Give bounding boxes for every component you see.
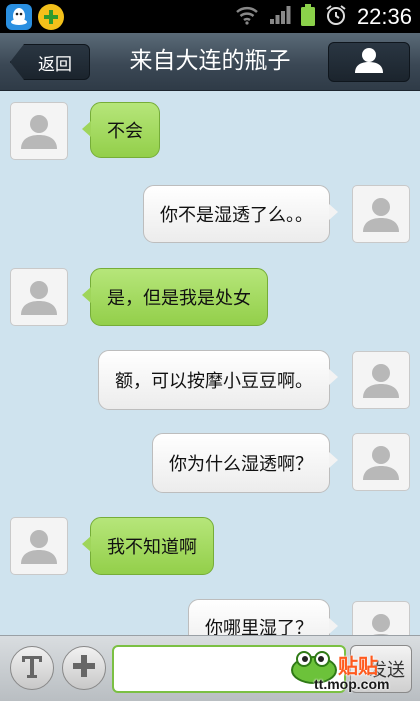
send-button[interactable]: 发送 — [350, 645, 412, 693]
message-input[interactable] — [112, 645, 346, 693]
incoming-message-bubble[interactable]: 我不知道啊 — [82, 517, 214, 575]
message-text: 你不是湿透了么。。 — [160, 205, 313, 226]
contact-avatar[interactable] — [10, 268, 68, 326]
outgoing-message-bubble[interactable]: 你哪里湿了？ — [188, 599, 338, 635]
page-title: 来自大连的瓶子 — [129, 48, 291, 74]
incoming-message-bubble[interactable]: 不会 — [82, 102, 160, 158]
guard-icon — [38, 3, 64, 30]
message-text: 我不知道啊 — [107, 537, 197, 558]
my-avatar[interactable] — [352, 601, 410, 635]
alarm-icon — [325, 4, 347, 30]
input-bar: 发送 — [0, 635, 420, 701]
plus-icon — [71, 653, 97, 683]
message-text: 你哪里湿了？ — [205, 618, 313, 635]
back-button[interactable]: 返回 — [10, 44, 90, 80]
outgoing-message-bubble[interactable]: 你不是湿透了么。。 — [143, 185, 338, 243]
incoming-message-bubble[interactable]: 是，但是我是处女 — [82, 268, 268, 326]
chat-header: 返回 来自大连的瓶子 — [0, 33, 420, 91]
signal-icon — [269, 5, 291, 29]
wifi-icon — [235, 5, 259, 29]
my-avatar[interactable] — [352, 351, 410, 409]
add-attachment-button[interactable] — [62, 646, 106, 690]
clock-time: 22:36 — [356, 3, 412, 29]
contact-avatar[interactable] — [10, 102, 68, 160]
qq-icon — [6, 3, 32, 30]
text-mode-icon — [19, 653, 45, 683]
contact-avatar[interactable] — [10, 517, 68, 575]
person-icon — [354, 47, 384, 77]
status-bar: 22:36 — [0, 0, 420, 33]
message-text: 你为什么湿透啊？ — [169, 454, 313, 475]
text-mode-button[interactable] — [10, 646, 54, 690]
message-text: 是，但是我是处女 — [107, 288, 251, 309]
message-list[interactable]: 不会 你不是湿透了么。。 是，但是我是处女 额，可以按摩小豆豆啊。 你为什么湿透… — [0, 91, 420, 635]
outgoing-message-bubble[interactable]: 额，可以按摩小豆豆啊。 — [98, 350, 338, 410]
message-text: 额，可以按摩小豆豆啊。 — [115, 371, 313, 392]
outgoing-message-bubble[interactable]: 你为什么湿透啊？ — [152, 433, 338, 493]
my-avatar[interactable] — [352, 185, 410, 243]
profile-button[interactable] — [328, 42, 410, 82]
message-text: 不会 — [107, 121, 143, 142]
my-avatar[interactable] — [352, 433, 410, 491]
battery-icon — [300, 3, 315, 30]
